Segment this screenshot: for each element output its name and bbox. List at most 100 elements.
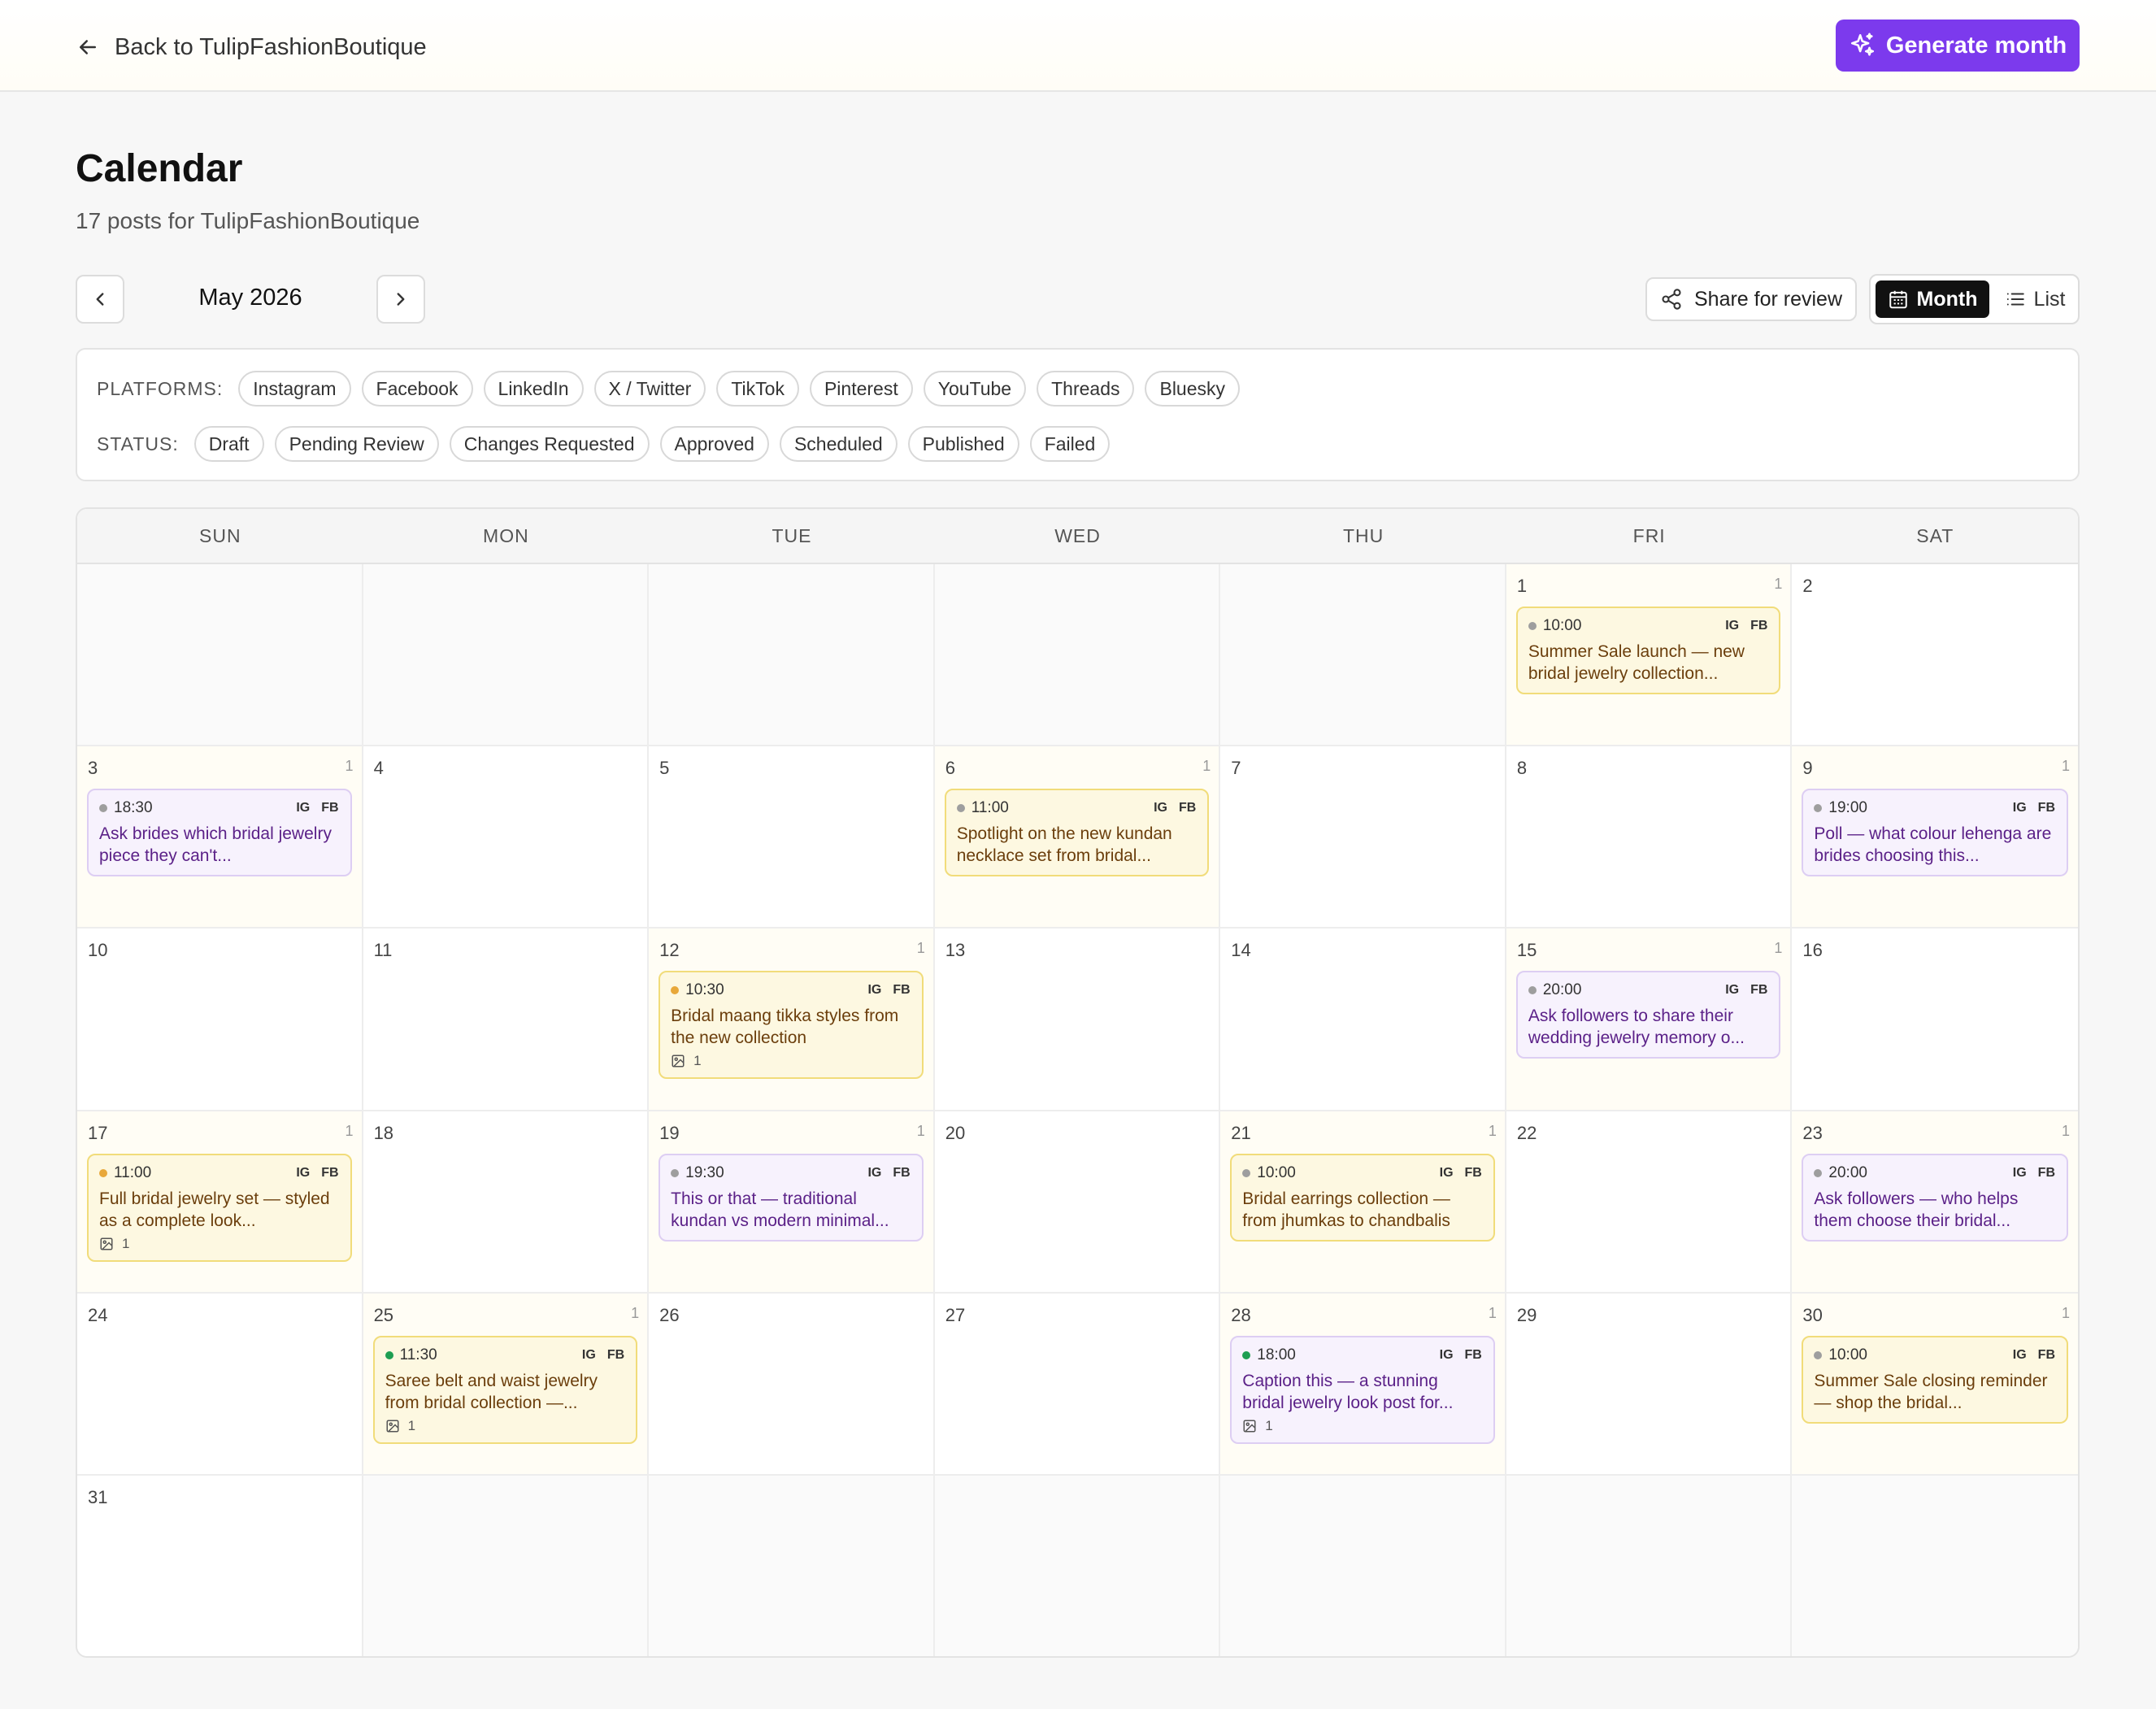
platform-filter-chip[interactable]: Instagram	[238, 371, 351, 407]
post-card[interactable]: 10:30 IG FB Bridal maang tikka styles from …	[659, 971, 924, 1080]
calendar-day-cell[interactable]: 6 1 11:00 IG FB Spotlight on the new kundan n…	[934, 746, 1221, 929]
status-filter-chip[interactable]: Scheduled	[779, 426, 898, 462]
platform-filter-chip[interactable]: Bluesky	[1145, 371, 1241, 407]
calendar-day-cell[interactable]: 8	[1506, 746, 1793, 929]
platform-filter-chip[interactable]: Pinterest	[809, 371, 913, 407]
day-post-count: 1	[916, 1122, 925, 1139]
calendar-cell-empty	[77, 564, 363, 747]
post-time: 18:00	[1257, 1346, 1296, 1363]
calendar-cell-empty	[1792, 1475, 2078, 1656]
calendar-day-cell[interactable]: 1 1 10:00 IG FB Summer Sale launch — new brid…	[1506, 564, 1793, 747]
post-caption: Spotlight on the new kundan necklace set…	[956, 824, 1172, 866]
status-filter-chip[interactable]: Draft	[193, 426, 264, 462]
post-caption: This or that — traditional kundan vs mod…	[671, 1189, 889, 1230]
post-header: 11:00 IG FB	[956, 798, 1196, 818]
view-list-button[interactable]: List	[1994, 280, 2076, 318]
post-card[interactable]: 10:00 IG FB Bridal earrings collection — fr…	[1230, 1153, 1495, 1242]
calendar-day-cell[interactable]: 14	[1220, 928, 1506, 1111]
calendar-day-cell[interactable]: 3 1 18:30 IG FB Ask brides which bridal jewel…	[77, 746, 363, 929]
calendar-day-cell[interactable]: 25 1 11:30 IG FB Saree belt and waist jewelry…	[363, 1293, 650, 1476]
calendar-day-cell[interactable]: 18	[363, 1111, 650, 1294]
calendar-day-cell[interactable]: 27	[934, 1293, 1221, 1476]
calendar-day-cell[interactable]: 10	[77, 928, 363, 1111]
platform-filter-chip[interactable]: LinkedIn	[483, 371, 584, 407]
post-card[interactable]: 18:30 IG FB Ask brides which bridal jewelry…	[87, 789, 352, 877]
calendar-day-cell[interactable]: 24	[77, 1293, 363, 1476]
post-media: 1	[99, 1236, 339, 1252]
platform-filter-chip[interactable]: Threads	[1037, 371, 1135, 407]
status-label: STATUS:	[97, 433, 179, 454]
post-time: 20:00	[1828, 1163, 1867, 1181]
calendar-day-cell[interactable]: 28 1 18:00 IG FB Caption this — a stunning br…	[1220, 1293, 1506, 1476]
calendar-day-cell[interactable]: 13	[934, 928, 1221, 1111]
view-toggle: Month List	[1869, 274, 2080, 324]
image-icon	[672, 1055, 685, 1068]
calendar-day-cell[interactable]: 12 1 10:30 IG FB Bridal maang tikka styles fr…	[649, 928, 935, 1111]
calendar-day-cell[interactable]: 29	[1506, 1293, 1793, 1476]
day-number: 30	[1802, 1304, 1823, 1325]
day-number: 14	[1231, 940, 1251, 961]
post-card[interactable]: 11:30 IG FB Saree belt and waist jewelry fr…	[372, 1335, 638, 1444]
back-link[interactable]: Back to TulipFashionBoutique	[76, 29, 427, 65]
calendar-day-cell[interactable]: 5	[649, 746, 935, 929]
post-caption: Ask followers — who helps them choose th…	[1814, 1189, 2019, 1230]
calendar-day-cell[interactable]: 20	[934, 1111, 1221, 1294]
post-card[interactable]: 10:00 IG FB Summer Sale launch — new bridal…	[1515, 607, 1781, 694]
day-number: 26	[659, 1304, 680, 1325]
post-card[interactable]: 19:30 IG FB This or that — traditional kund…	[659, 1153, 924, 1242]
post-time: 19:30	[685, 1163, 724, 1181]
post-card[interactable]: 19:00 IG FB Poll — what colour lehenga are …	[1802, 789, 2068, 877]
day-number: 11	[373, 940, 393, 961]
calendar-day-cell[interactable]: 22	[1506, 1111, 1793, 1294]
calendar-day-cell[interactable]: 9 1 19:00 IG FB Poll — what colour lehenga ar…	[1792, 746, 2078, 929]
calendar-day-cell[interactable]: 19 1 19:30 IG FB This or that — traditional k…	[649, 1111, 935, 1294]
day-number: 8	[1516, 758, 1528, 779]
post-card[interactable]: 18:00 IG FB Caption this — a stunning brida…	[1230, 1335, 1495, 1444]
calendar-day-cell[interactable]: 30 1 10:00 IG FB Summer Sale closing reminder…	[1792, 1293, 2078, 1476]
calendar-day-cell[interactable]: 17 1 11:00 IG FB Full bridal jewelry set — st…	[77, 1111, 363, 1294]
platform-filter-chip[interactable]: YouTube	[923, 371, 1027, 407]
platform-filter-chip[interactable]: Facebook	[361, 371, 473, 407]
post-card[interactable]: 20:00 IG FB Ask followers — who helps them …	[1802, 1153, 2068, 1242]
platform-filter-chip[interactable]: X / Twitter	[593, 371, 706, 407]
calendar-day-cell[interactable]: 23 1 20:00 IG FB Ask followers — who helps th…	[1792, 1111, 2078, 1294]
day-post-count: 1	[1774, 576, 1783, 592]
prev-month-button[interactable]	[76, 275, 124, 324]
status-filter-chip[interactable]: Changes Requested	[449, 426, 650, 462]
list-icon	[2006, 293, 2024, 306]
status-filter-chip[interactable]: Published	[907, 426, 1019, 462]
post-header: 10:00 IG FB	[1528, 616, 1767, 636]
calendar-day-cell[interactable]: 21 1 10:00 IG FB Bridal earrings collection —…	[1220, 1111, 1506, 1294]
calendar-day-cell[interactable]: 31	[77, 1475, 363, 1656]
platform-tag: IG	[581, 1347, 596, 1362]
platform-tag: IG	[296, 801, 311, 815]
calendar-day-cell[interactable]: 4	[363, 746, 650, 929]
share-for-review-button[interactable]: Share for review	[1645, 277, 1857, 321]
status-filter-chip[interactable]: Approved	[659, 426, 769, 462]
post-card[interactable]: 20:00 IG FB Ask followers to share their we…	[1515, 971, 1781, 1059]
calendar-day-cell[interactable]: 15 1 20:00 IG FB Ask followers to share their…	[1506, 928, 1793, 1111]
calendar-cell-empty	[363, 564, 650, 747]
calendar-day-cell[interactable]: 2	[1792, 564, 2078, 747]
calendar-cell-empty	[649, 564, 935, 747]
platform-tag: FB	[2037, 1165, 2055, 1180]
calendar-day-cell[interactable]: 16	[1792, 928, 2078, 1111]
generate-month-button[interactable]: Generate month	[1836, 20, 2080, 72]
post-card[interactable]: 11:00 IG FB Full bridal jewelry set — style…	[87, 1153, 352, 1262]
next-month-button[interactable]	[376, 275, 425, 324]
post-caption: Ask brides which bridal jewelry piece th…	[99, 824, 332, 866]
calendar-day-cell[interactable]: 26	[649, 1293, 935, 1476]
view-month-button[interactable]: Month	[1876, 280, 1989, 318]
day-number: 13	[945, 940, 966, 961]
post-card[interactable]: 11:00 IG FB Spotlight on the new kundan nec…	[944, 789, 1210, 877]
post-card[interactable]: 10:00 IG FB Summer Sale closing reminder — …	[1802, 1335, 2068, 1424]
day-number: 15	[1516, 940, 1537, 961]
status-filter-chip[interactable]: Failed	[1029, 426, 1111, 462]
platform-filter-chip[interactable]: TikTok	[716, 371, 799, 407]
status-filter-chip[interactable]: Pending Review	[274, 426, 439, 462]
day-number: 16	[1802, 940, 1823, 961]
day-number: 28	[1231, 1304, 1251, 1325]
platform-tag: IG	[1725, 983, 1740, 998]
calendar-day-cell[interactable]: 11	[363, 928, 650, 1111]
calendar-day-cell[interactable]: 7	[1220, 746, 1506, 929]
